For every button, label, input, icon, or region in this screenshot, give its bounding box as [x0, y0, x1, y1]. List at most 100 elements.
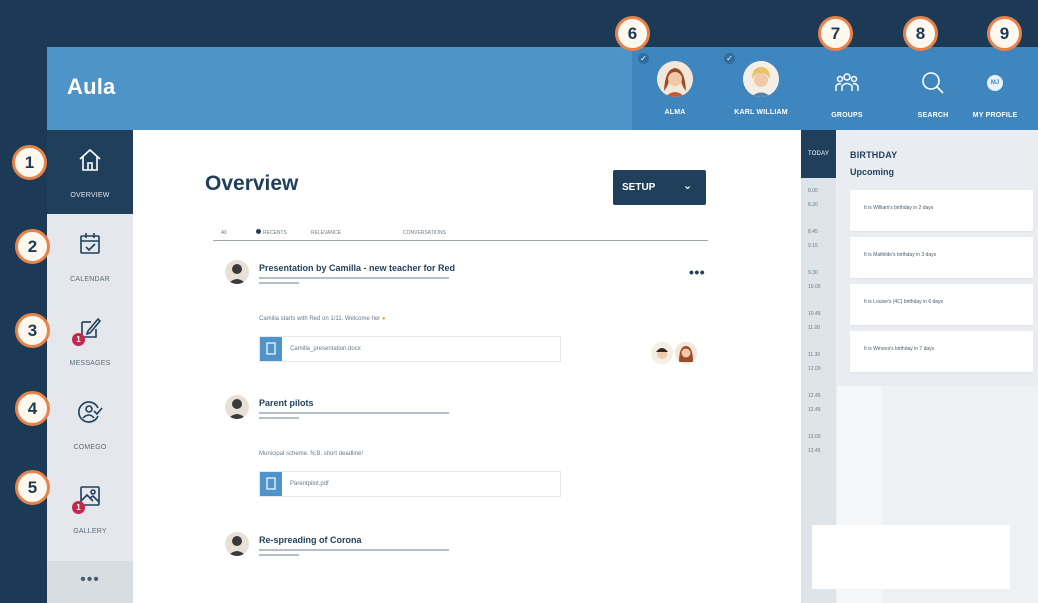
overlay-box: [812, 525, 1010, 589]
sidebar-item-gallery[interactable]: 1 GALLERY: [47, 466, 133, 550]
file-icon: [260, 472, 282, 496]
time-label: 10.45: [808, 311, 821, 317]
unread-badge: 1: [72, 333, 85, 346]
time-label: 8.00: [808, 188, 818, 194]
sidebar-item-label: MESSAGES: [69, 360, 111, 367]
post-body: Camilla starts with Red on 1/11. Welcome…: [259, 316, 386, 322]
sidebar-item-overview[interactable]: OVERVIEW: [47, 130, 133, 214]
callout-5: 5: [15, 470, 50, 505]
today-button[interactable]: TODAY: [801, 130, 836, 178]
time-label: 9.15: [808, 243, 818, 249]
post-title[interactable]: Re-spreading of Corona: [259, 535, 362, 545]
time-label: 10.00: [808, 284, 821, 290]
avatar-karl-william: [743, 61, 779, 97]
filter-divider: [213, 240, 708, 241]
post-meta: [259, 549, 459, 561]
feed-post[interactable]: Parent pilots Municipal scheme. N.B. sho…: [225, 395, 695, 505]
post-title[interactable]: Presentation by Camilla - new teacher fo…: [259, 263, 455, 273]
avatar: [651, 342, 673, 364]
nav-groups[interactable]: GROUPS: [804, 47, 890, 130]
callout-9: 9: [987, 16, 1022, 51]
home-icon: [76, 146, 104, 174]
filter-relevance[interactable]: RELEVANCE: [311, 230, 341, 236]
avatar: [675, 342, 697, 364]
filter-recents[interactable]: RECENTS: [263, 230, 287, 236]
top-header: Aula ✓ ALMA ✓ KARL WILLIAM GROUPS SEARCH…: [47, 47, 1038, 130]
file-icon: [260, 337, 282, 361]
time-label: 12.45: [808, 393, 821, 399]
time-label: 8.45: [808, 229, 818, 235]
setup-button[interactable]: SETUP ⌄: [613, 170, 706, 205]
time-label: 13.00: [808, 434, 821, 440]
avatar: [225, 260, 249, 284]
header-actions: ✓ ALMA ✓ KARL WILLIAM GROUPS SEARCH MJ M…: [632, 47, 1038, 130]
post-attachment[interactable]: Camilla_presentation.docx: [259, 336, 561, 362]
attachment-name: Parentpilot.pdf: [290, 481, 329, 487]
time-label: 11.00: [808, 325, 821, 331]
birthday-panel: BIRTHDAY Upcoming It is William's birthd…: [837, 130, 1038, 386]
unread-badge: 1: [72, 501, 85, 514]
chevron-down-icon: ⌄: [683, 180, 693, 192]
nav-my-profile[interactable]: MJ MY PROFILE: [952, 47, 1038, 130]
avatar-alma: [657, 61, 693, 97]
time-label: 9.30: [808, 270, 818, 276]
time-label: 8.30: [808, 202, 818, 208]
avatar: [225, 395, 249, 419]
attachment-name: Camilla_presentation.docx: [290, 346, 361, 352]
callout-1: 1: [12, 145, 47, 180]
sidebar-item-label: CALENDAR: [70, 276, 110, 283]
post-options-button[interactable]: •••: [689, 264, 705, 280]
page-title: Overview: [205, 172, 299, 195]
callout-6: 6: [615, 16, 650, 51]
callout-3: 3: [15, 313, 50, 348]
comego-icon: [76, 398, 104, 426]
sidebar-item-label: COMEGO: [73, 444, 107, 451]
aula-app: Aula ✓ ALMA ✓ KARL WILLIAM GROUPS SEARCH…: [47, 47, 1038, 603]
profile-label: KARL WILLIAM: [734, 109, 788, 116]
brand-logo[interactable]: Aula: [67, 74, 115, 100]
feed-post[interactable]: Re-spreading of Corona: [225, 532, 695, 592]
callout-4: 4: [15, 391, 50, 426]
birthday-card[interactable]: It is Winona's birthday in 7 days: [850, 331, 1033, 372]
sidebar-item-label: GALLERY: [73, 528, 107, 535]
sidebar-item-label: OVERVIEW: [70, 192, 110, 199]
birthday-heading: BIRTHDAY: [850, 150, 898, 160]
search-icon: [919, 69, 947, 97]
avatar: [225, 532, 249, 556]
filter-all[interactable]: All: [221, 230, 227, 236]
birthday-subheading: Upcoming: [850, 167, 894, 177]
feed-post[interactable]: Presentation by Camilla - new teacher fo…: [225, 260, 695, 370]
birthday-card[interactable]: It is Louise's (4C) birthday in 6 days: [850, 284, 1033, 325]
sidebar-more-button[interactable]: •••: [47, 561, 133, 603]
callout-8: 8: [903, 16, 938, 51]
profile-karl-william[interactable]: ✓ KARL WILLIAM: [718, 47, 804, 130]
time-label: 13.45: [808, 448, 821, 454]
filter-conversations[interactable]: CONVERSATIONS: [403, 230, 446, 236]
birthday-card[interactable]: It is William's birthday in 2 days: [850, 190, 1033, 231]
setup-label: SETUP: [622, 182, 656, 193]
time-label: 11.30: [808, 352, 821, 358]
check-icon: ✓: [638, 53, 649, 64]
post-body: Municipal scheme. N.B. short deadline!: [259, 451, 364, 457]
profile-label: ALMA: [664, 109, 686, 116]
profile-alma[interactable]: ✓ ALMA: [632, 47, 718, 130]
calendar-icon: [76, 230, 104, 258]
sidebar-item-messages[interactable]: 1 MESSAGES: [47, 298, 133, 382]
nav-label: MY PROFILE: [972, 112, 1018, 119]
birthday-card[interactable]: It is Mathilde's birthday in 3 days: [850, 237, 1033, 278]
time-label: 12.45: [808, 407, 821, 413]
sidebar-item-calendar[interactable]: CALENDAR: [47, 214, 133, 298]
post-meta: [259, 277, 459, 289]
sidebar-item-comego[interactable]: COMEGO: [47, 382, 133, 466]
callout-7: 7: [818, 16, 853, 51]
nav-label: GROUPS: [831, 112, 863, 119]
profile-icon: MJ: [987, 75, 1003, 91]
check-icon: ✓: [724, 53, 735, 64]
groups-icon: [833, 69, 861, 97]
sidebar: OVERVIEW CALENDAR 1 MESSAGES COMEGO 1 GA…: [47, 130, 133, 603]
post-attachment[interactable]: Parentpilot.pdf: [259, 471, 561, 497]
callout-2: 2: [15, 229, 50, 264]
post-title[interactable]: Parent pilots: [259, 398, 314, 408]
time-label: 12.00: [808, 366, 821, 372]
overview-main: Overview SETUP ⌄ All RECENTS RELEVANCE C…: [133, 130, 801, 603]
